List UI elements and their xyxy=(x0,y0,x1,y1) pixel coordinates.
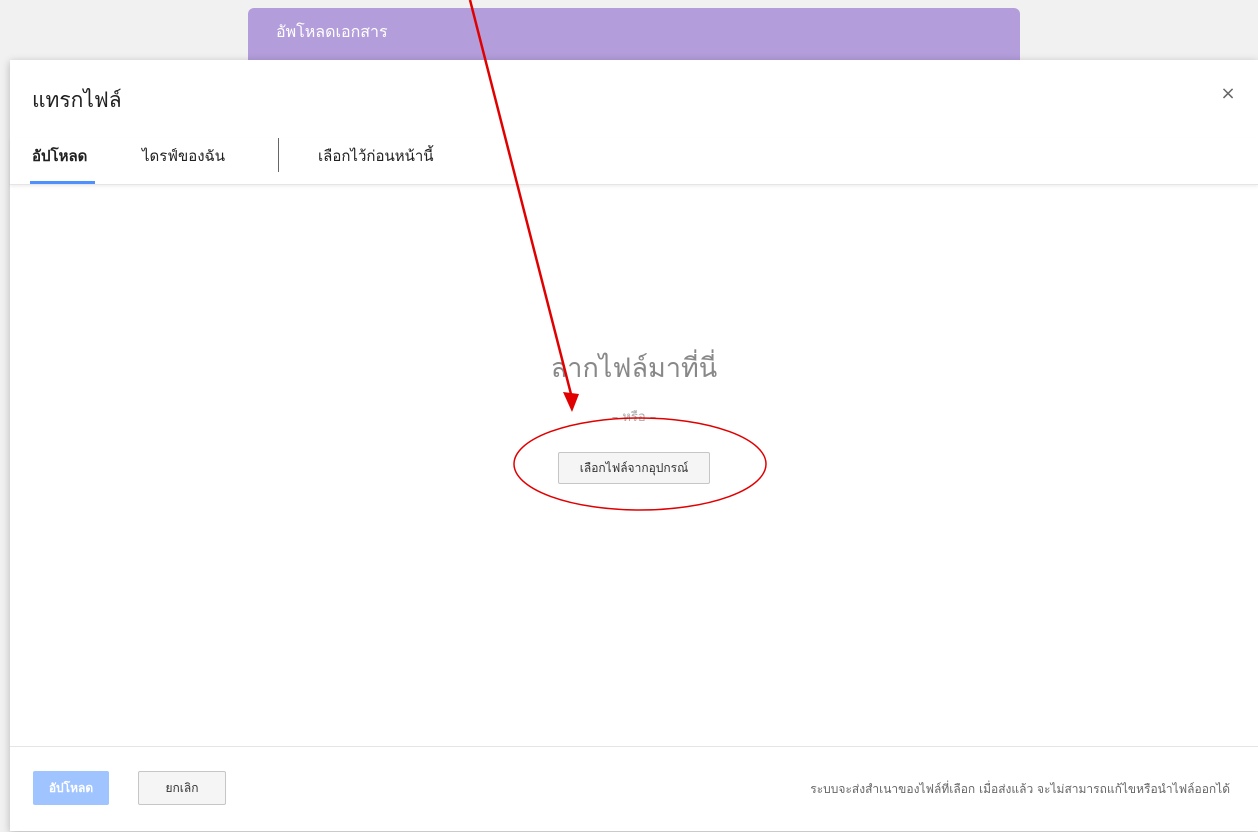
tab-my-drive-label: ไดรฟ์ของฉัน xyxy=(142,147,226,165)
background-header-title: อัพโหลดเอกสาร xyxy=(276,22,388,41)
active-tab-indicator xyxy=(30,181,96,184)
footer-note: ระบบจะส่งสำเนาของไฟล์ที่เลือก เมื่อส่งแล… xyxy=(810,782,1230,796)
background-header: อัพโหลดเอกสาร xyxy=(248,8,1020,60)
dialog-footer: อัปโหลด ยกเลิก ระบบจะส่งสำเนาของไฟล์ที่เ… xyxy=(10,746,1258,832)
dialog-title: แทรกไฟล์ xyxy=(32,88,122,112)
tab-bar: อัปโหลด ไดรฟ์ของฉัน เลือกไว้ก่อนหน้านี้ xyxy=(10,138,1258,185)
select-from-device-button[interactable]: เลือกไฟล์จากอุปกรณ์ xyxy=(558,452,710,484)
close-icon[interactable]: × xyxy=(1216,82,1240,106)
tab-upload[interactable]: อัปโหลด xyxy=(30,144,96,184)
cancel-button[interactable]: ยกเลิก xyxy=(138,771,226,805)
or-separator: – หรือ – xyxy=(611,410,657,425)
tab-my-drive[interactable]: ไดรฟ์ของฉัน xyxy=(142,144,225,178)
insert-file-dialog: แทรกไฟล์ × อัปโหลด ไดรฟ์ของฉัน เลือกไว้ก… xyxy=(10,60,1258,831)
tab-recent[interactable]: เลือกไว้ก่อนหน้านี้ xyxy=(318,144,434,178)
drop-zone-text: ลากไฟล์มาที่นี่ xyxy=(550,353,718,384)
tab-divider xyxy=(278,138,279,172)
tab-upload-label: อัปโหลด xyxy=(32,147,88,165)
tab-recent-label: เลือกไว้ก่อนหน้านี้ xyxy=(318,147,434,165)
upload-button[interactable]: อัปโหลด xyxy=(33,771,109,805)
